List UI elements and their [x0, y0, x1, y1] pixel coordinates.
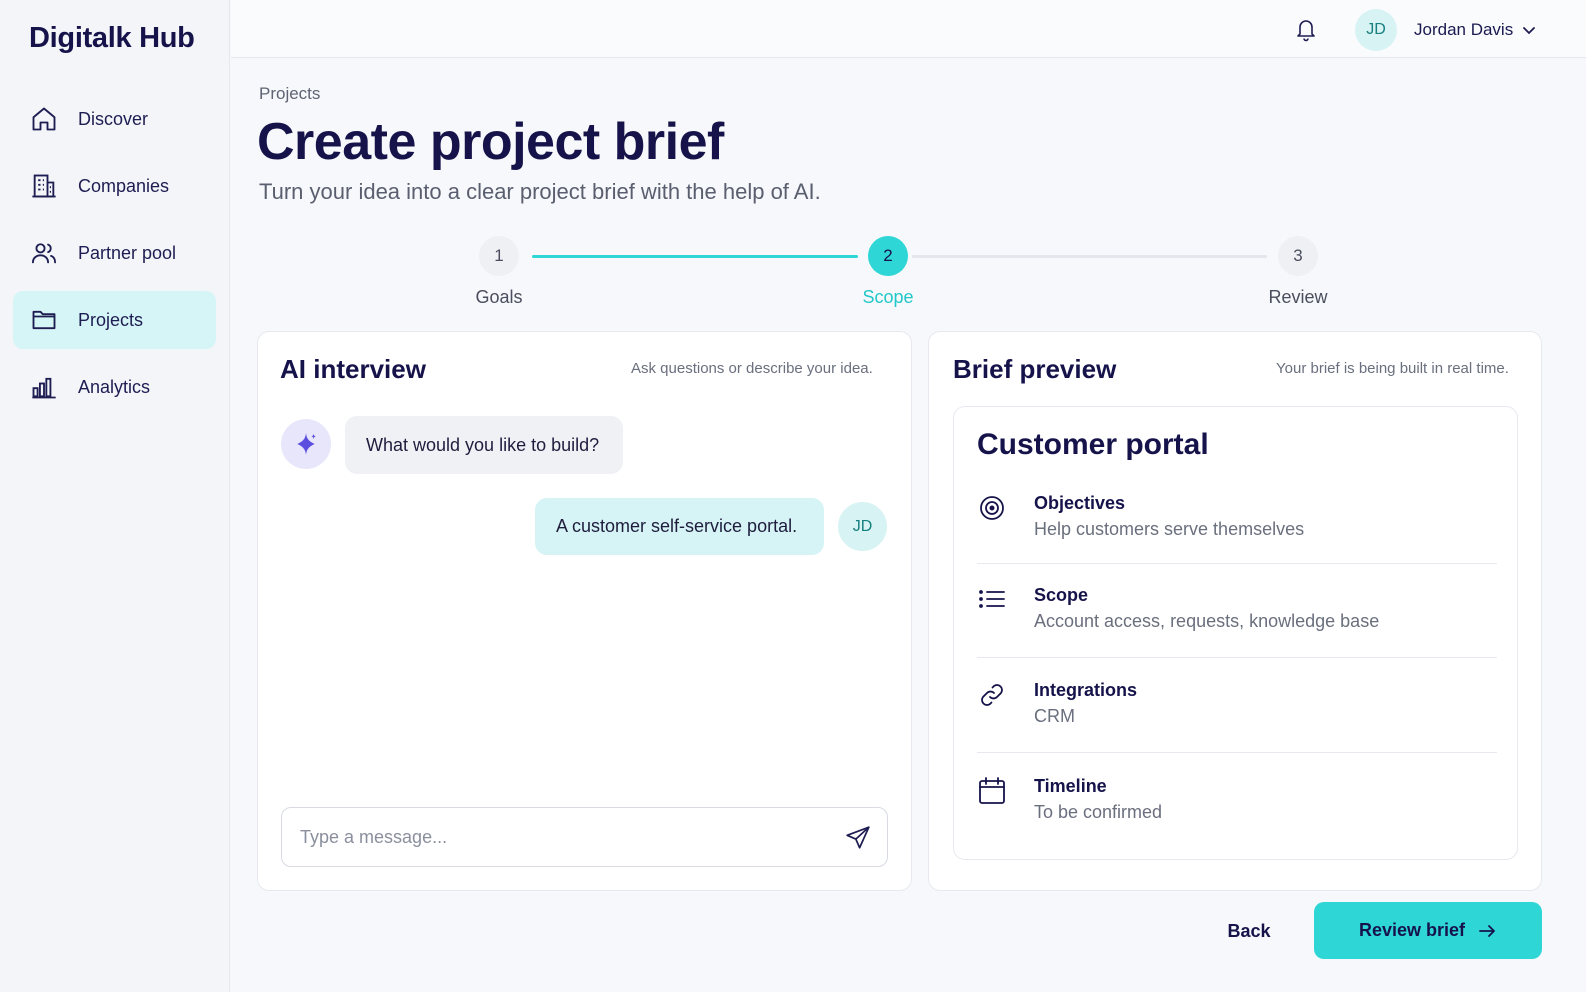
- brief-preview-hint: Your brief is being built in real time.: [1276, 360, 1509, 377]
- brief-row-value: CRM: [1034, 706, 1075, 726]
- building-icon: [32, 174, 56, 198]
- message-input[interactable]: [281, 807, 888, 867]
- ai-interview-hint: Ask questions or describe your idea.: [631, 360, 873, 377]
- user-message: A customer self-service portal.: [535, 498, 824, 555]
- list-icon: [979, 590, 1005, 608]
- review-brief-label: Review brief: [1358, 920, 1466, 940]
- divider: [977, 563, 1497, 564]
- page-subtitle: Turn your idea into a clear project brie…: [259, 179, 821, 204]
- step-1-label[interactable]: Goals: [439, 287, 559, 308]
- brief-row-title: Scope: [1034, 585, 1089, 605]
- breadcrumb[interactable]: Projects: [259, 84, 320, 104]
- message-user-avatar: JD: [838, 502, 887, 551]
- link-icon: [981, 684, 1003, 706]
- user-avatar[interactable]: JD: [1355, 9, 1397, 51]
- user-name[interactable]: Jordan Davis: [1414, 20, 1513, 40]
- sidebar-item-label: Companies: [78, 175, 170, 196]
- step-3-label[interactable]: Review: [1238, 287, 1358, 308]
- sidebar-item-discover[interactable]: Discover: [13, 90, 216, 148]
- brief-preview-title: Brief preview: [953, 354, 1117, 384]
- sidebar: Digitalk Hub Discover Companies Partner …: [0, 0, 230, 992]
- sidebar-item-partner-pool[interactable]: Partner pool: [13, 224, 216, 282]
- stepper-line-complete: [532, 255, 858, 258]
- target-icon: [980, 496, 1004, 520]
- brief-row-title: Objectives: [1034, 493, 1126, 513]
- brief-row-value: Help customers serve themselves: [1034, 519, 1305, 539]
- bell-icon[interactable]: [1294, 16, 1318, 42]
- step-2-label[interactable]: Scope: [828, 287, 948, 308]
- ai-assistant-avatar: [281, 419, 331, 469]
- sidebar-item-analytics[interactable]: Analytics: [13, 358, 216, 416]
- sidebar-item-projects[interactable]: Projects: [13, 291, 216, 349]
- arrow-right-icon: [1479, 924, 1495, 937]
- brief-row-title: Timeline: [1034, 776, 1107, 796]
- page-title: Create project brief: [257, 113, 724, 171]
- brief-title: Customer portal: [977, 428, 1209, 461]
- brief-row-title: Integrations: [1034, 680, 1138, 700]
- step-3-circle[interactable]: 3: [1278, 236, 1318, 276]
- review-brief-button[interactable]: Review brief: [1314, 902, 1542, 959]
- folder-icon: [32, 310, 56, 330]
- sidebar-item-companies[interactable]: Companies: [13, 157, 216, 215]
- brief-row-value: Account access, requests, knowledge base: [1034, 611, 1380, 631]
- chevron-down-icon[interactable]: [1521, 22, 1537, 38]
- sidebar-nav: Discover Companies Partner pool Projects…: [13, 90, 216, 425]
- divider: [977, 752, 1497, 753]
- send-icon[interactable]: [845, 825, 871, 851]
- sparkle-icon: [297, 433, 316, 455]
- calendar-icon: [979, 777, 1005, 804]
- divider: [977, 657, 1497, 658]
- app-logo[interactable]: Digitalk Hub: [29, 22, 195, 55]
- sidebar-item-label: Analytics: [78, 376, 151, 397]
- bar-chart-icon: [32, 377, 56, 399]
- sidebar-item-label: Discover: [78, 108, 149, 129]
- sidebar-item-label: Partner pool: [78, 242, 177, 263]
- users-icon: [31, 243, 57, 264]
- step-2-circle[interactable]: 2: [868, 236, 908, 276]
- home-icon: [32, 107, 56, 131]
- ai-interview-title: AI interview: [280, 354, 426, 384]
- brief-row-value: To be confirmed: [1034, 802, 1163, 822]
- step-1-circle[interactable]: 1: [479, 236, 519, 276]
- back-button[interactable]: Back: [1214, 910, 1284, 952]
- bot-message: What would you like to build?: [345, 416, 623, 474]
- sidebar-item-label: Projects: [78, 309, 144, 330]
- stepper-line-upcoming: [912, 255, 1267, 258]
